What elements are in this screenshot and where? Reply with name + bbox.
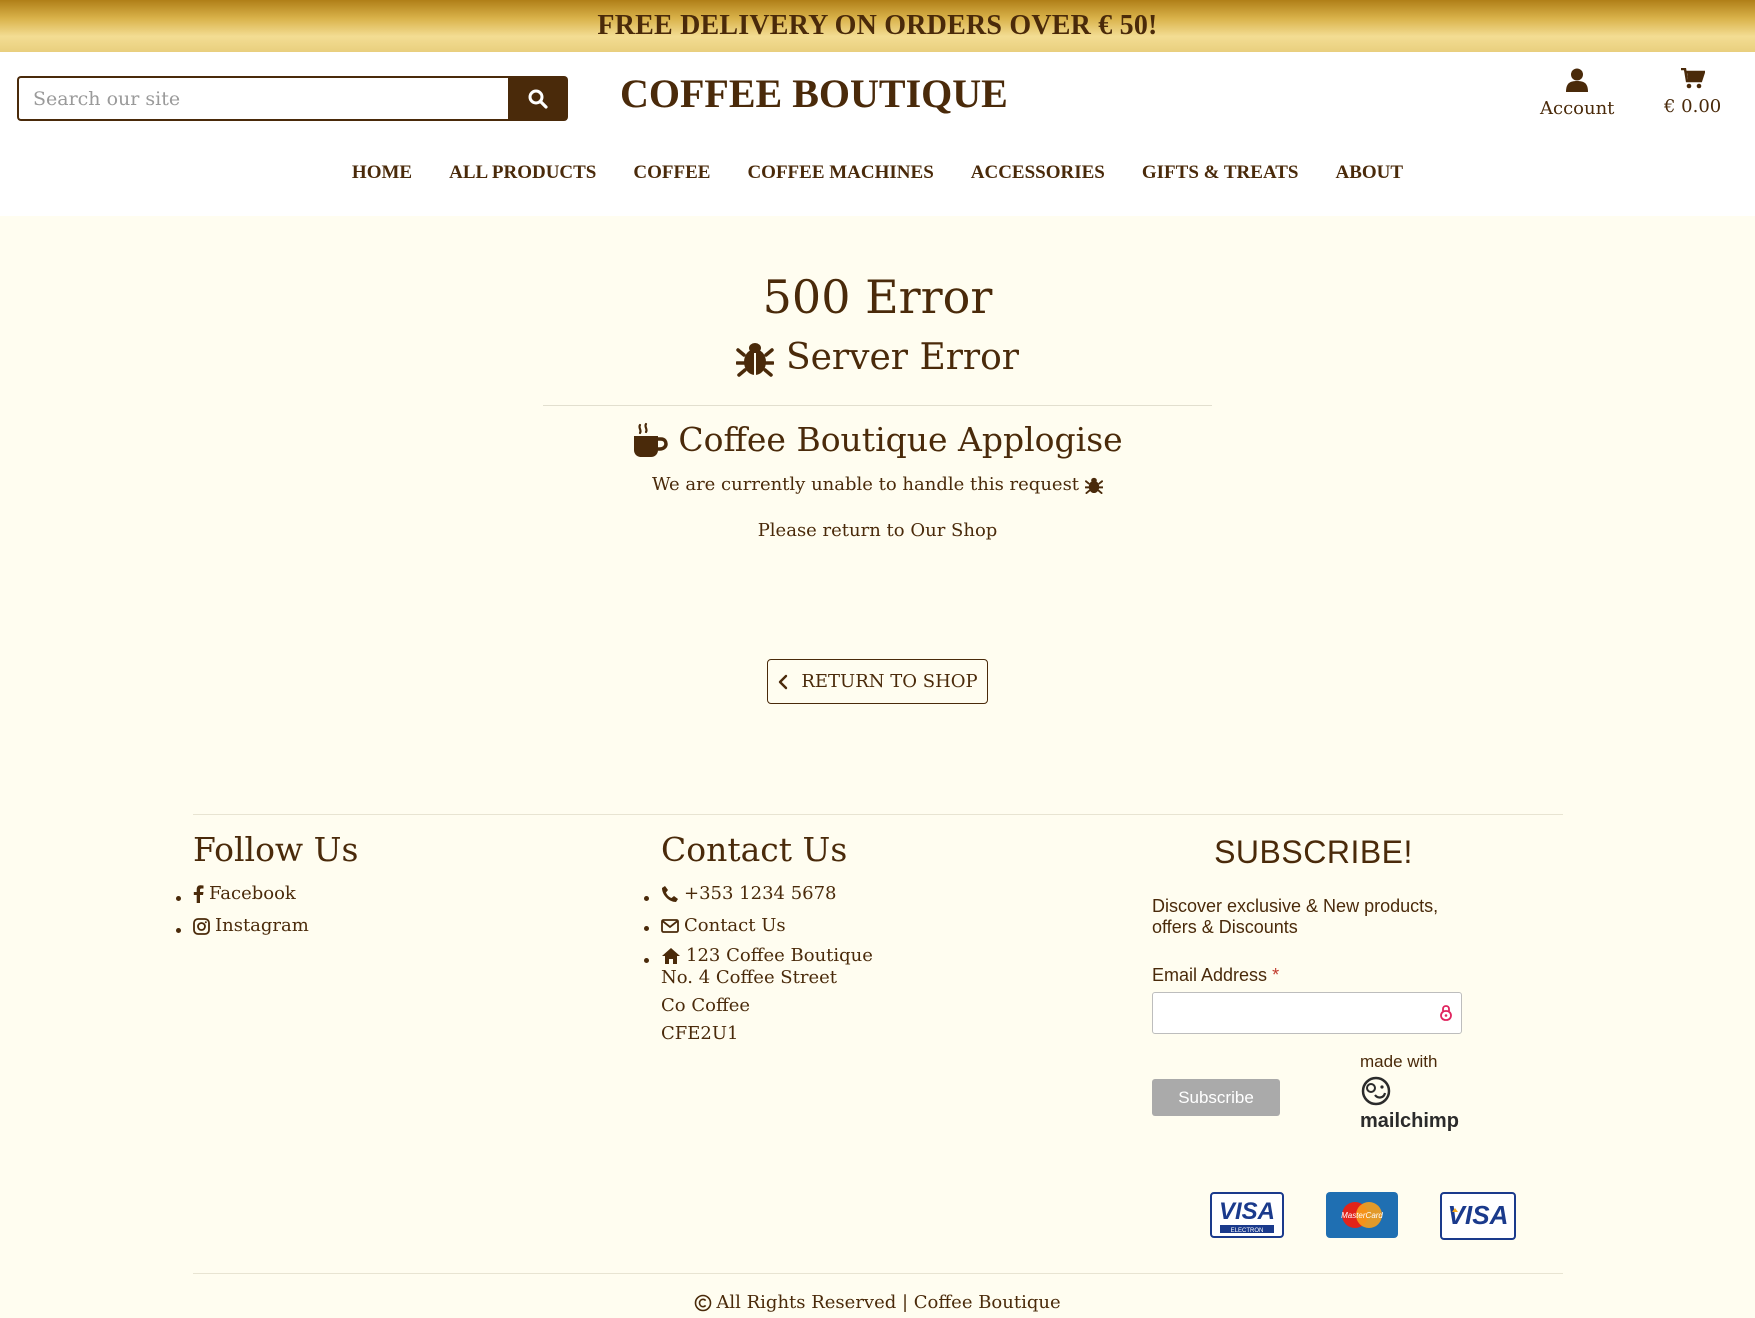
list-item: +353 1234 5678 bbox=[661, 880, 873, 912]
facebook-icon bbox=[193, 885, 204, 903]
mastercard-icon: MasterCard bbox=[1341, 1202, 1383, 1228]
return-to-shop-button[interactable]: RETURN TO SHOP bbox=[767, 659, 988, 704]
promo-banner: FREE DELIVERY ON ORDERS OVER € 50! bbox=[0, 0, 1755, 52]
nav-item-home[interactable]: HOME bbox=[352, 162, 412, 184]
visa-icon: VISA bbox=[1448, 1200, 1509, 1230]
facebook-label: Facebook bbox=[209, 883, 296, 904]
shopping-cart-icon bbox=[1680, 68, 1705, 89]
instagram-icon bbox=[193, 917, 210, 935]
cart-link[interactable]: € 0.00 bbox=[1664, 68, 1721, 117]
address-line-2: Co Coffee bbox=[661, 995, 751, 1016]
user-icon bbox=[1566, 68, 1589, 92]
search-form bbox=[17, 76, 568, 121]
search-input[interactable] bbox=[17, 76, 508, 121]
site-logo[interactable]: COFFEE BOUTIQUE bbox=[620, 70, 1008, 117]
return-note: Please return to Our Shop bbox=[757, 520, 998, 541]
home-icon bbox=[662, 948, 680, 964]
nav-item-coffee[interactable]: COFFEE bbox=[633, 162, 710, 184]
card-word: VISA bbox=[1219, 1198, 1275, 1225]
error-message: We are currently unable to handle this r… bbox=[0, 474, 1755, 495]
error-message-text: We are currently unable to handle this r… bbox=[651, 474, 1080, 495]
phone-link[interactable]: +353 1234 5678 bbox=[661, 880, 837, 908]
copyright: All Rights Reserved | Coffee Boutique bbox=[0, 1292, 1755, 1313]
copyright-text: All Rights Reserved | Coffee Boutique bbox=[716, 1292, 1061, 1313]
required-marker: * bbox=[1272, 965, 1280, 985]
promo-banner-text: FREE DELIVERY ON ORDERS OVER € 50! bbox=[597, 10, 1158, 41]
mailchimp-wordmark: mailchimp bbox=[1360, 1110, 1459, 1132]
email-label: Email Address * bbox=[1152, 965, 1279, 986]
facebook-link[interactable]: Facebook bbox=[193, 880, 296, 908]
visa-electron-icon: VISA ELECTRON bbox=[1219, 1198, 1275, 1234]
footer-bottom-divider bbox=[193, 1273, 1563, 1274]
search-icon bbox=[528, 89, 548, 109]
social-links: Facebook Instagram bbox=[193, 880, 309, 944]
nav-item-about[interactable]: ABOUT bbox=[1336, 162, 1404, 184]
bug-icon bbox=[1085, 477, 1104, 494]
visa-card-logo: VISA bbox=[1440, 1192, 1516, 1240]
instagram-label: Instagram bbox=[215, 915, 309, 936]
bug-icon bbox=[735, 342, 774, 377]
footer-top-divider bbox=[193, 814, 1563, 815]
copyright-icon bbox=[695, 1294, 712, 1311]
contact-us-link[interactable]: Contact Us bbox=[661, 912, 786, 940]
list-item: Facebook bbox=[193, 880, 309, 912]
phone-icon bbox=[662, 886, 678, 902]
subscribe-description: Discover exclusive & New products, offer… bbox=[1152, 896, 1439, 937]
card-word: VISA bbox=[1448, 1200, 1509, 1230]
contact-us-label: Contact Us bbox=[684, 915, 786, 936]
error-title: 500 Error bbox=[762, 270, 993, 324]
nav-item-accessories[interactable]: ACCESSORIES bbox=[971, 162, 1105, 184]
contact-list: +353 1234 5678 Contact Us 123 Coffee Bou… bbox=[661, 880, 873, 974]
list-item: Instagram bbox=[193, 912, 309, 944]
subscribe-button[interactable]: Subscribe bbox=[1152, 1079, 1280, 1116]
search-button[interactable] bbox=[508, 76, 568, 121]
contact-us-title: Contact Us bbox=[661, 830, 848, 869]
address-line-1: No. 4 Coffee Street bbox=[661, 967, 838, 988]
main-nav: HOME ALL PRODUCTS COFFEE COFFEE MACHINES… bbox=[0, 162, 1755, 184]
address-name: 123 Coffee Boutique bbox=[686, 945, 873, 966]
error-subtitle: Server Error bbox=[0, 337, 1755, 378]
error-subtitle-text: Server Error bbox=[785, 337, 1020, 378]
content-divider bbox=[543, 405, 1212, 406]
password-manager-icon[interactable] bbox=[1439, 1004, 1453, 1022]
made-with-text: made with bbox=[1360, 1052, 1438, 1071]
email-label-text: Email Address bbox=[1152, 965, 1268, 985]
nav-item-all-products[interactable]: ALL PRODUCTS bbox=[449, 162, 596, 184]
instagram-link[interactable]: Instagram bbox=[193, 912, 309, 940]
mailchimp-freddie-icon bbox=[1361, 1076, 1391, 1106]
card-subword: ELECTRON bbox=[1231, 1228, 1264, 1234]
address-line-3: CFE2U1 bbox=[661, 1023, 739, 1044]
envelope-icon bbox=[661, 919, 679, 933]
coffee-cup-icon bbox=[634, 422, 669, 457]
cart-total: € 0.00 bbox=[1664, 96, 1722, 117]
chevron-left-icon bbox=[779, 674, 788, 689]
account-label: Account bbox=[1540, 98, 1615, 119]
visa-electron-card-logo: VISA ELECTRON bbox=[1210, 1192, 1284, 1238]
card-word: MasterCard bbox=[1341, 1211, 1383, 1220]
email-field[interactable] bbox=[1153, 993, 1461, 1033]
list-item: Contact Us bbox=[661, 912, 873, 942]
apology-heading: Coffee Boutique Applogise bbox=[0, 420, 1755, 459]
address-link[interactable]: 123 Coffee Boutique bbox=[661, 942, 873, 970]
email-field-wrapper bbox=[1152, 992, 1462, 1034]
mastercard-card-logo: MasterCard bbox=[1326, 1192, 1398, 1238]
apology-text: Coffee Boutique Applogise bbox=[678, 420, 1123, 459]
nav-item-gifts-treats[interactable]: GIFTS & TREATS bbox=[1142, 162, 1299, 184]
nav-item-coffee-machines[interactable]: COFFEE MACHINES bbox=[747, 162, 933, 184]
phone-number: +353 1234 5678 bbox=[684, 883, 837, 904]
account-link[interactable]: Account bbox=[1540, 68, 1614, 119]
subscribe-title: SUBSCRIBE! bbox=[1214, 834, 1413, 870]
site-header: COFFEE BOUTIQUE Account € 0.00 HOME ALL … bbox=[0, 52, 1755, 216]
return-to-shop-label: RETURN TO SHOP bbox=[801, 671, 978, 692]
follow-us-title: Follow Us bbox=[193, 830, 359, 869]
